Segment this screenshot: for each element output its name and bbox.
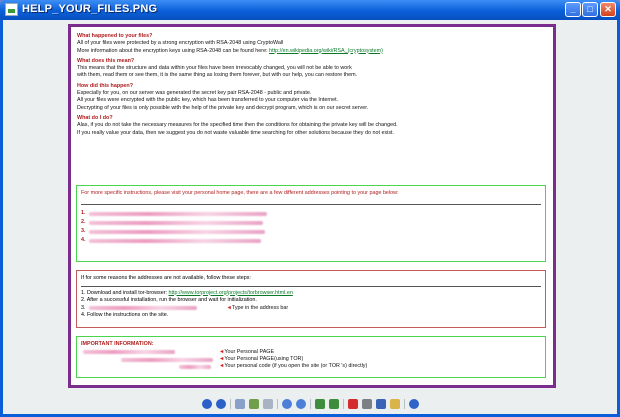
important-note-text: Your personal code (if you open the site… — [224, 363, 368, 370]
section-heading: How did this happen? — [77, 82, 133, 89]
address-number: 3. — [81, 228, 86, 235]
print-icon[interactable] — [361, 398, 372, 409]
tor-step-3: 3. ◄Type in the address bar — [81, 305, 541, 312]
section-line-text: More information about the encryption ke… — [77, 47, 268, 54]
address-row: 1. — [81, 210, 541, 219]
redacted-address — [89, 230, 265, 235]
important-note: ◄Your personal code (if you open the sit… — [219, 363, 367, 371]
close-button[interactable]: ✕ — [600, 2, 616, 17]
maximize-button[interactable]: □ — [582, 2, 598, 17]
address-row: 3. — [81, 228, 541, 237]
rsa-wiki-link: http://en.wikipedia.org/wiki/RSA_(crypto… — [269, 47, 383, 54]
important-heading: IMPORTANT INFORMATION: — [81, 341, 154, 347]
important-row: ◄Your Personal PAGE — [81, 349, 541, 356]
important-row: ◄Your Personal PAGE(using TOR) — [81, 356, 541, 363]
section-heading: What does this mean? — [77, 57, 135, 64]
previous-image-icon[interactable] — [201, 398, 212, 409]
address-number: 2. — [81, 219, 86, 226]
tor-step-4: 4. Follow the instructions on the site. — [81, 312, 169, 319]
delete-icon[interactable] — [347, 398, 358, 409]
actual-size-icon[interactable] — [248, 398, 259, 409]
redacted-value — [121, 357, 213, 362]
image-viewer-window: HELP_YOUR_FILES.PNG _ □ ✕ What happened … — [0, 0, 620, 417]
section-line: This means that the structure and data w… — [77, 65, 352, 72]
address-number: 4. — [81, 237, 86, 244]
section-heading: What do I do? — [77, 114, 113, 121]
important-note-text: Your Personal PAGE(using TOR) — [224, 355, 304, 362]
tor-instructions-box: If for some reasons the addresses are no… — [76, 270, 546, 328]
help-icon[interactable] — [408, 398, 419, 409]
address-row: 4. — [81, 237, 541, 246]
torproject-link: http://www.torproject.org/projects/torbr… — [168, 289, 293, 296]
note-text: What happened to your files? All of your… — [77, 33, 547, 137]
title-bar[interactable]: HELP_YOUR_FILES.PNG _ □ ✕ — [0, 0, 620, 20]
toolbar-separator — [403, 398, 405, 409]
tor-lead: If for some reasons the addresses are no… — [81, 275, 251, 281]
section-line: Alas, if you do not take the necessary m… — [77, 122, 398, 129]
tor-step-1: 1. Download and install tor-browser: htt… — [81, 290, 541, 298]
important-info-box: IMPORTANT INFORMATION: ◄Your Personal PA… — [76, 336, 546, 378]
divider — [81, 203, 541, 205]
ransom-note-image: What happened to your files? All of your… — [71, 27, 553, 385]
section-line: All of your files were protected by a st… — [77, 40, 284, 47]
viewer-toolbar — [3, 393, 617, 414]
open-icon[interactable] — [389, 398, 400, 409]
zoom-in-icon[interactable] — [281, 398, 292, 409]
next-image-icon[interactable] — [215, 398, 226, 409]
important-row: ◄Your personal code (if you open the sit… — [81, 363, 541, 370]
section-line: All your files were encrypted with the p… — [77, 97, 339, 104]
section-line: Decrypting of your files is only possibl… — [77, 104, 369, 111]
tor-step-1-text: 1. Download and install tor-browser: — [81, 289, 167, 296]
slideshow-icon[interactable] — [262, 398, 273, 409]
save-icon[interactable] — [375, 398, 386, 409]
important-note-text: Your Personal PAGE — [224, 348, 275, 355]
redacted-value — [179, 365, 211, 370]
instructions-lead: For more specific instructions, please v… — [81, 190, 399, 196]
redacted-address — [89, 221, 263, 226]
section-heading: What happened to your files? — [77, 33, 153, 39]
toolbar-separator — [276, 398, 278, 409]
address-number: 1. — [81, 210, 86, 217]
type-in-note-text: Type in the address bar — [231, 304, 289, 311]
section-line: with them, read them or see them, it is … — [77, 72, 358, 79]
window-title: HELP_YOUR_FILES.PNG — [22, 3, 158, 15]
toolbar-separator — [342, 398, 344, 409]
viewer-client-area: What happened to your files? All of your… — [3, 20, 617, 414]
personal-page-box: For more specific instructions, please v… — [76, 185, 546, 262]
type-in-note: ◄Type in the address bar — [227, 305, 289, 313]
toolbar-separator — [229, 398, 231, 409]
section-line: More information about the encryption ke… — [77, 48, 547, 55]
divider — [81, 285, 541, 287]
tor-step-2: 2. After a successful installation, run … — [81, 297, 257, 304]
toolbar-separator — [309, 398, 311, 409]
section-line: Especially for you, on our server was ge… — [77, 90, 312, 97]
redacted-address — [89, 212, 267, 217]
redacted-value — [83, 350, 175, 355]
section-line: If you really value your data, then we s… — [77, 129, 395, 136]
redacted-onion-address — [88, 306, 197, 311]
address-row: 2. — [81, 219, 541, 228]
image-file-icon — [5, 3, 18, 16]
image-frame: What happened to your files? All of your… — [68, 24, 556, 388]
best-fit-icon[interactable] — [234, 398, 245, 409]
rotate-counterclockwise-icon[interactable] — [328, 398, 339, 409]
rotate-clockwise-icon[interactable] — [314, 398, 325, 409]
tor-step-3-number: 3. — [81, 304, 86, 311]
minimize-button[interactable]: _ — [565, 2, 581, 17]
zoom-out-icon[interactable] — [295, 398, 306, 409]
redacted-address — [89, 239, 261, 244]
